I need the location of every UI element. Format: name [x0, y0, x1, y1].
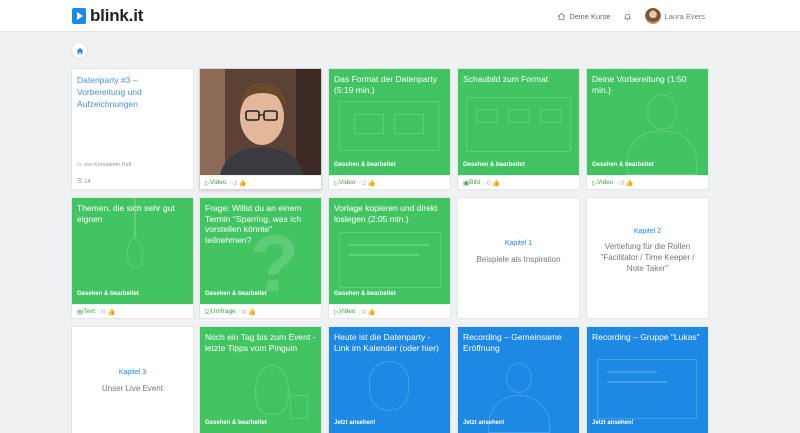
card-footer: ▷ Video ○0 👍	[329, 304, 450, 318]
avatar[interactable]	[644, 8, 661, 24]
comment-count: ○0 👍	[616, 179, 634, 187]
card-title: Das Format der Datenparty (5:19 min.)	[334, 74, 437, 95]
survey-card-sparring[interactable]: ? Frage: Willst du an einem Termin "Spar…	[200, 198, 321, 318]
content-type: Text	[83, 308, 96, 315]
user-name[interactable]: Laura Evers	[665, 12, 705, 21]
card-status: Jetzt ansehen!	[334, 420, 376, 426]
content-type: Umfrage	[210, 308, 236, 315]
card-footer: ▷ Video ○2 👍	[329, 175, 450, 189]
chapter-name: Vertiefung für die Rollen "Facilitator /…	[600, 242, 695, 273]
text-card-themen[interactable]: Themen, die sich sehr gut eignen Gesehen…	[72, 198, 193, 318]
card-media: Das Format der Datenparty (5:19 min.) Ge…	[329, 69, 450, 175]
card-footer: ▣ Bild ○0 👍	[458, 175, 579, 189]
card-letzte-tipps[interactable]: Noch ein Tag bis zum Event - letzte Tipp…	[200, 327, 321, 433]
courses-label: Deine Kurse	[569, 11, 611, 21]
card-status: Gesehen & bearbeitet	[463, 162, 525, 168]
nav-right: Deine Kurse Laura Evers	[557, 8, 705, 24]
card-title: Noch ein Tag bis zum Event - letzte Tipp…	[205, 332, 316, 353]
notifications-button[interactable]	[621, 9, 635, 23]
chapter-label: Kapitel 2	[633, 228, 662, 235]
card-status: Jetzt ansehen!	[463, 420, 505, 426]
comment-count: ○0 👍	[358, 308, 376, 316]
card-recording-lukas[interactable]: Recording – Gruppe "Lukas" Jetzt ansehen…	[587, 327, 708, 433]
card-status: Gesehen & bearbeitet	[205, 420, 267, 426]
video-thumbnail	[200, 69, 321, 175]
comment-count: ○0 👍	[98, 308, 116, 316]
card-footer: ▷ Video ○3 👍	[200, 175, 321, 189]
card-media: Noch ein Tag bis zum Event - letzte Tipp…	[200, 327, 321, 433]
card-title: Themen, die sich sehr gut eignen	[77, 203, 175, 224]
home-icon	[76, 47, 83, 54]
card-recording-eroeffnung[interactable]: Recording – Gemeinsame Eröffnung Jetzt a…	[458, 327, 579, 433]
home-icon	[557, 12, 566, 20]
chapter-label: Kapitel 1	[504, 240, 533, 247]
card-media: Recording – Gemeinsame Eröffnung Jetzt a…	[458, 327, 579, 433]
card-status: Gesehen & bearbeitet	[334, 162, 396, 168]
chapter-card-3[interactable]: Kapitel 3 Unser Live Event	[72, 327, 193, 433]
card-media: Themen, die sich sehr gut eignen Gesehen…	[72, 198, 193, 304]
courses-link[interactable]: Deine Kurse	[557, 11, 611, 21]
course-author: ▭ von Konstantin Ridl	[77, 162, 131, 168]
chapter-card-2[interactable]: Kapitel 2 Vertiefung für die Rollen "Fac…	[587, 198, 708, 318]
logo-text: blink.it	[90, 6, 144, 25]
card-media: Deine Vorbereitung (1:50 min.) Gesehen &…	[587, 69, 708, 175]
video-card-vorlage[interactable]: Vorlage kopieren und direkt loslegen (2:…	[329, 198, 450, 318]
home-button[interactable]	[72, 43, 87, 58]
content-type: Video	[339, 308, 356, 315]
card-media: Heute ist die Datenparty - Link im Kalen…	[329, 327, 450, 433]
content-type: Video	[597, 179, 614, 186]
card-title: Recording – Gemeinsame Eröffnung	[463, 332, 562, 353]
card-footer: ☑ Umfrage ○0 👍	[200, 304, 321, 318]
comment-count: ○3 👍	[229, 179, 247, 187]
card-status: Gesehen & bearbeitet	[334, 291, 396, 297]
logo[interactable]: blink.it	[72, 6, 143, 26]
card-title: Deine Vorbereitung (1:50 min.)	[592, 74, 687, 95]
content-type: Bild	[469, 179, 480, 186]
content-type: Video	[210, 179, 227, 186]
top-navigation-bar: blink.it Deine Kurse Laura Evers	[0, 0, 800, 32]
item-count: 14	[84, 179, 91, 185]
course-item-count: ☰ 14	[77, 178, 91, 185]
list-icon: ☰	[77, 179, 83, 185]
card-status: Gesehen & bearbeitet	[592, 162, 654, 168]
chapter-name: Unser Live Event	[102, 384, 163, 393]
logo-icon	[72, 8, 86, 24]
card-title: Frage: Willst du an einem Termin "Sparri…	[205, 203, 302, 245]
video-card-format[interactable]: Das Format der Datenparty (5:19 min.) Ge…	[329, 69, 450, 189]
comment-count: ○0 👍	[483, 179, 501, 187]
card-footer: ▤ Text ○0 👍	[72, 304, 193, 318]
comment-count: ○0 👍	[238, 308, 257, 316]
card-title: Recording – Gruppe "Lukas"	[592, 332, 700, 342]
bell-icon	[624, 13, 631, 20]
card-title: Schaubild zum Format	[463, 74, 549, 84]
video-card-vorbereitung[interactable]: Deine Vorbereitung (1:50 min.) Gesehen &…	[587, 69, 708, 189]
video-card-intro[interactable]: ▷ Video ○3 👍	[200, 69, 321, 189]
card-media: Vorlage kopieren und direkt loslegen (2:…	[329, 198, 450, 304]
chapter-name: Beispiele als Inspiration	[476, 255, 561, 264]
content-type: Video	[339, 179, 356, 186]
card-status: Jetzt ansehen!	[592, 420, 634, 426]
card-footer: ▷ Video ○0 👍	[587, 175, 708, 189]
card-title: Heute ist die Datenparty - Link im Kalen…	[334, 332, 439, 353]
comment-count: ○2 👍	[358, 179, 376, 187]
card-media: Recording – Gruppe "Lukas" Jetzt ansehen…	[587, 327, 708, 433]
card-media: Schaubild zum Format Gesehen & bearbeite…	[458, 69, 579, 175]
author-name: von Konstantin Ridl	[83, 162, 132, 168]
card-media: ? Frage: Willst du an einem Termin "Spar…	[200, 198, 321, 304]
author-icon: ▭	[77, 162, 83, 168]
course-info-card[interactable]: Datenparty #3 – Vorbereitung und Aufzeic…	[72, 69, 193, 189]
course-title: Datenparty #3 – Vorbereitung und Aufzeic…	[77, 75, 142, 109]
chapter-label: Kapitel 3	[118, 369, 147, 376]
card-title: Vorlage kopieren und direkt loslegen (2:…	[334, 203, 438, 224]
card-datenparty-link[interactable]: Heute ist die Datenparty - Link im Kalen…	[329, 327, 450, 433]
card-status: Gesehen & bearbeitet	[77, 291, 139, 297]
card-status: Gesehen & bearbeitet	[205, 291, 267, 297]
chapter-card-1[interactable]: Kapitel 1 Beispiele als Inspiration	[458, 198, 579, 318]
image-card-schaubild[interactable]: Schaubild zum Format Gesehen & bearbeite…	[458, 69, 579, 189]
